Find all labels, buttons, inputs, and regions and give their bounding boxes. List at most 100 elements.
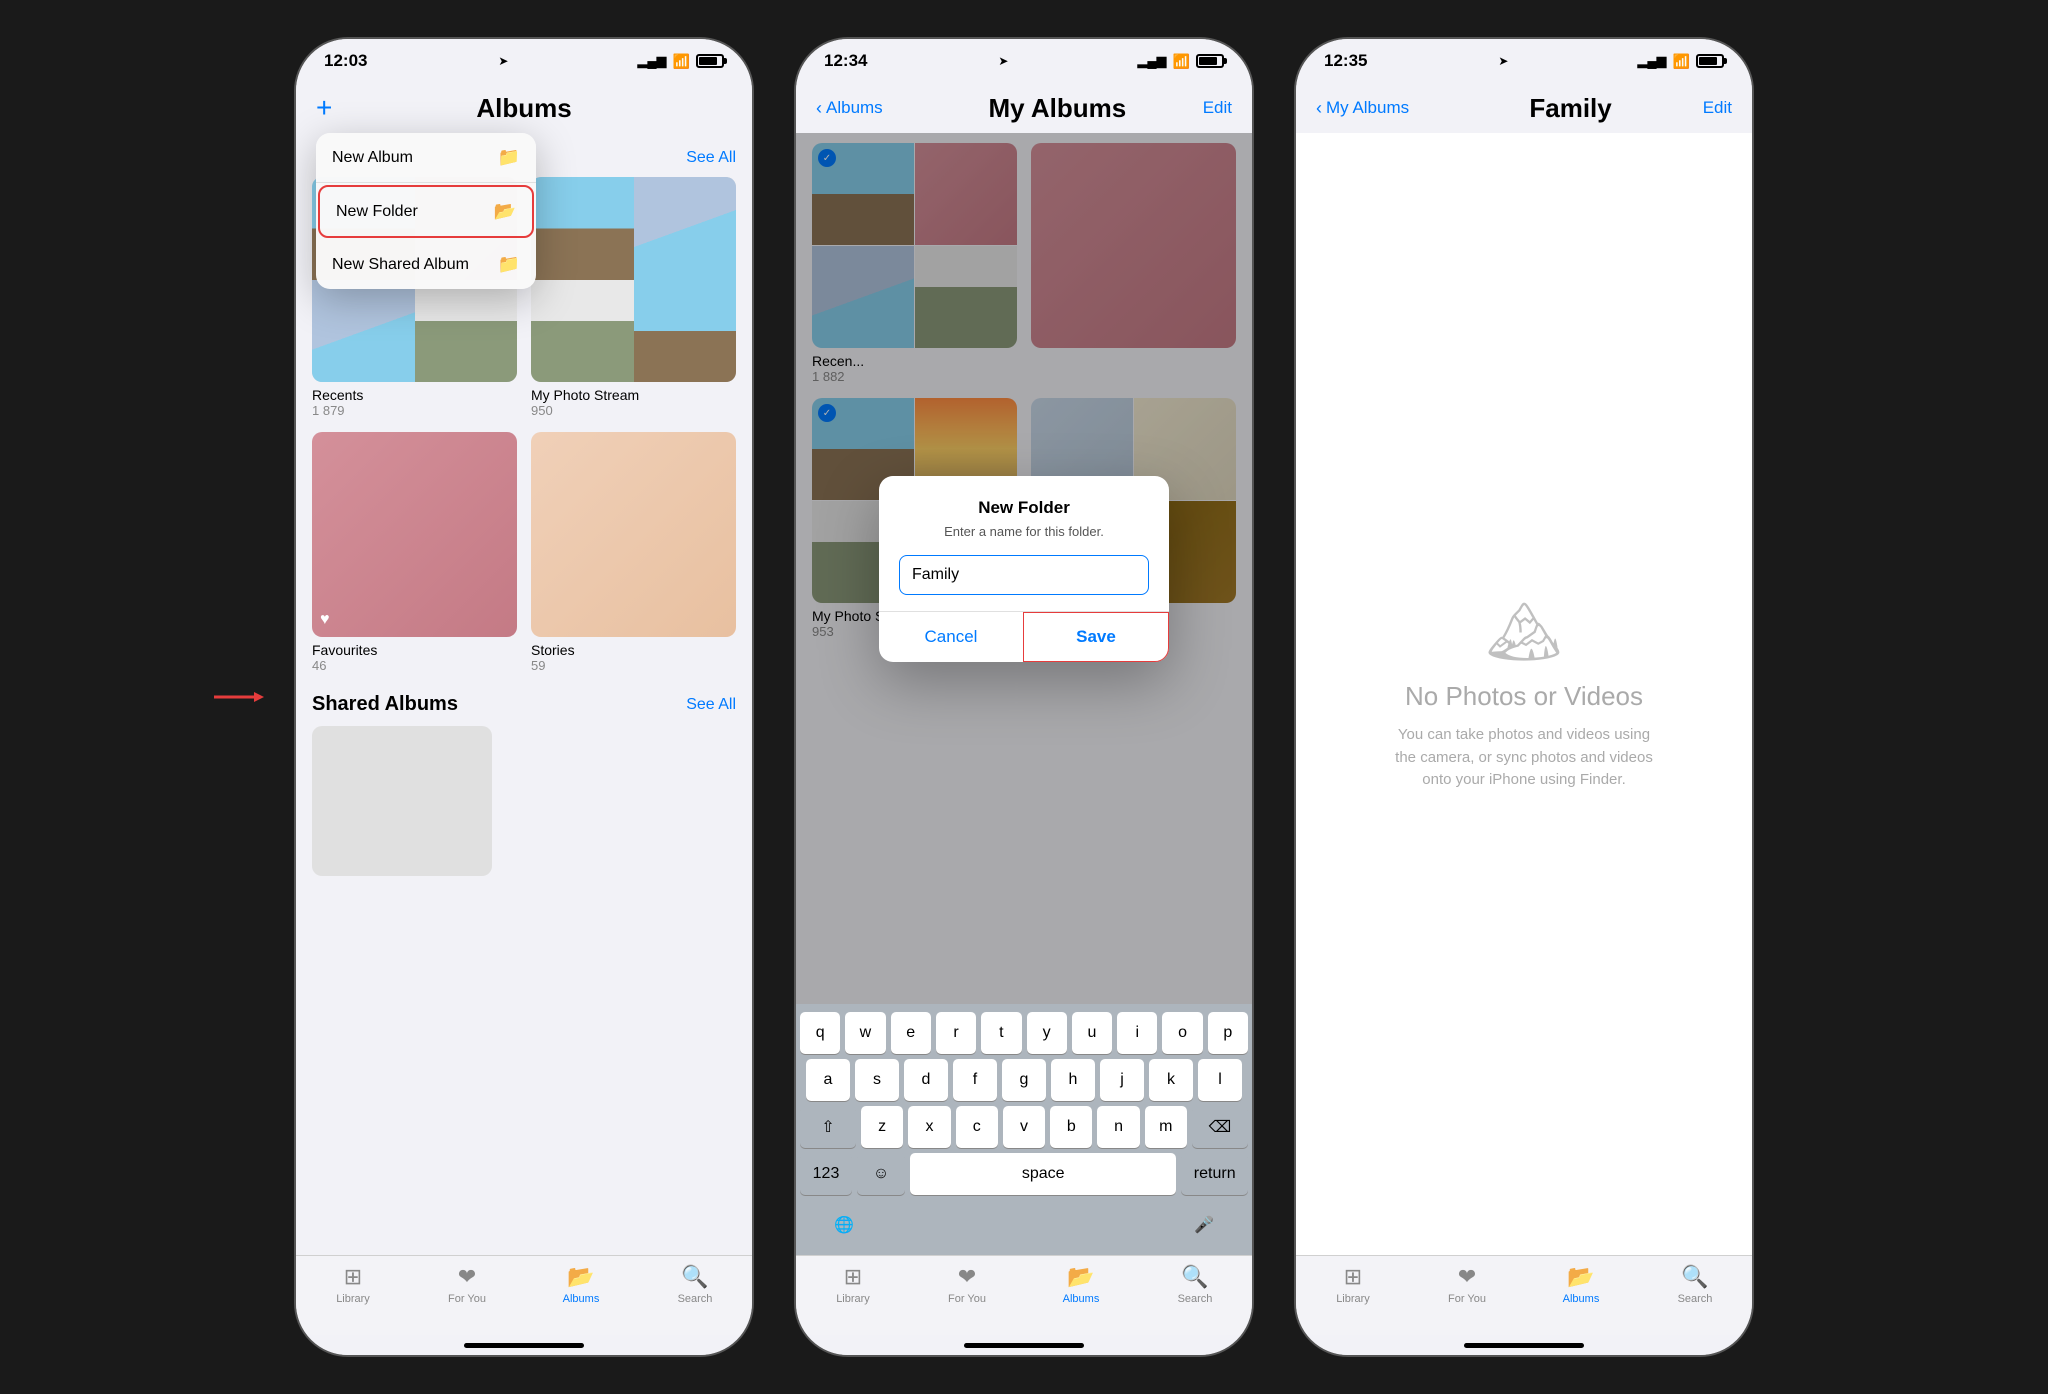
key-x[interactable]: x <box>908 1106 950 1148</box>
key-f[interactable]: f <box>953 1059 997 1101</box>
dropdown-menu: New Album 📁 New Folder 📂 New Shared Albu… <box>316 133 536 289</box>
key-h[interactable]: h <box>1051 1059 1095 1101</box>
tab-albums-3[interactable]: 📂 Albums <box>1551 1264 1611 1305</box>
chevron-left-icon-3: ‹ <box>1316 98 1322 119</box>
tab-albums-1[interactable]: 📂 Albums <box>551 1264 611 1305</box>
tab-bar-1: ⊞ Library ❤ For You 📂 Albums 🔍 Search <box>296 1255 752 1335</box>
key-n[interactable]: n <box>1097 1106 1139 1148</box>
edit-btn-2[interactable]: Edit <box>1203 98 1232 118</box>
tab-library-1[interactable]: ⊞ Library <box>323 1264 383 1305</box>
album-photostream[interactable]: My Photo Stream 950 <box>531 177 736 418</box>
status-icons-2: ▂▄▆ 📶 <box>1137 53 1224 70</box>
album-favourites[interactable]: ♥ Favourites 46 <box>312 432 517 673</box>
signal-icon-3: ▂▄▆ <box>1637 53 1666 69</box>
shared-albums-header: Shared Albums See All <box>312 693 736 716</box>
album-count: 59 <box>531 658 736 673</box>
backspace-key[interactable]: ⌫ <box>1192 1106 1248 1148</box>
key-q[interactable]: q <box>800 1012 840 1054</box>
key-l[interactable]: l <box>1198 1059 1242 1101</box>
key-g[interactable]: g <box>1002 1059 1046 1101</box>
phone1-content: See All Recents <box>296 133 752 1255</box>
key-k[interactable]: k <box>1149 1059 1193 1101</box>
tab-albums-2[interactable]: 📂 Albums <box>1051 1264 1111 1305</box>
tab-search-1[interactable]: 🔍 Search <box>665 1264 725 1305</box>
key-s[interactable]: s <box>855 1059 899 1101</box>
albums-icon-1: 📂 <box>567 1264 594 1290</box>
tab-foryou-3[interactable]: ❤ For You <box>1437 1264 1497 1305</box>
signal-icon-1: ▂▄▆ <box>637 53 666 69</box>
see-all-btn[interactable]: See All <box>686 149 736 167</box>
back-button-3[interactable]: ‹ My Albums <box>1316 98 1409 119</box>
empty-state: 🏔 No Photos or Videos You can take photo… <box>1296 133 1752 1255</box>
status-bar-1: 12:03 ➤ ▂▄▆ 📶 <box>296 39 752 83</box>
key-p[interactable]: p <box>1208 1012 1248 1054</box>
search-icon-2: 🔍 <box>1181 1264 1208 1290</box>
plus-button[interactable]: + <box>316 92 332 124</box>
numbers-key[interactable]: 123 <box>800 1153 852 1195</box>
kb-row-1: q w e r t y u i o p <box>800 1012 1248 1054</box>
tab-foryou-1[interactable]: ❤ For You <box>437 1264 497 1305</box>
key-w[interactable]: w <box>845 1012 885 1054</box>
phone-3: 12:35 ➤ ▂▄▆ 📶 ‹ My Albums Family Edit 🏔 … <box>1294 37 1754 1357</box>
new-folder-item[interactable]: New Folder 📂 <box>318 185 534 238</box>
key-j[interactable]: j <box>1100 1059 1144 1101</box>
home-indicator-2 <box>796 1335 1252 1355</box>
emoji-key[interactable]: ☺ <box>857 1153 905 1195</box>
key-e[interactable]: e <box>891 1012 931 1054</box>
globe-key[interactable]: 🌐 <box>820 1204 868 1246</box>
phone2-content: Recen... 1 882 <box>796 133 1252 1004</box>
key-d[interactable]: d <box>904 1059 948 1101</box>
save-button[interactable]: Save <box>1023 612 1169 662</box>
location-icon-2: ➤ <box>998 54 1008 68</box>
new-album-label: New Album <box>332 149 413 167</box>
key-o[interactable]: o <box>1162 1012 1202 1054</box>
tab-bar-3: ⊞ Library ❤ For You 📂 Albums 🔍 Search <box>1296 1255 1752 1335</box>
space-key[interactable]: space <box>910 1153 1176 1195</box>
kb-row-5: 🌐 🎤 <box>800 1200 1248 1246</box>
cancel-button[interactable]: Cancel <box>879 612 1023 662</box>
key-z[interactable]: z <box>861 1106 903 1148</box>
tab-foryou-2[interactable]: ❤ For You <box>937 1264 997 1305</box>
edit-btn-3[interactable]: Edit <box>1703 98 1732 118</box>
foryou-icon-2: ❤ <box>958 1264 976 1290</box>
key-c[interactable]: c <box>956 1106 998 1148</box>
tab-search-2[interactable]: 🔍 Search <box>1165 1264 1225 1305</box>
key-r[interactable]: r <box>936 1012 976 1054</box>
back-button-2[interactable]: ‹ Albums <box>816 98 883 119</box>
key-m[interactable]: m <box>1145 1106 1187 1148</box>
key-y[interactable]: y <box>1027 1012 1067 1054</box>
return-key[interactable]: return <box>1181 1153 1248 1195</box>
status-bar-3: 12:35 ➤ ▂▄▆ 📶 <box>1296 39 1752 83</box>
tab-albums-label-3: Albums <box>1563 1293 1600 1305</box>
tab-library-2[interactable]: ⊞ Library <box>823 1264 883 1305</box>
key-a[interactable]: a <box>806 1059 850 1101</box>
wifi-icon-3: 📶 <box>1673 53 1690 70</box>
wifi-icon-1: 📶 <box>673 53 690 70</box>
shared-album-icon: 📁 <box>498 254 520 275</box>
shift-key[interactable]: ⇧ <box>800 1106 856 1148</box>
tab-search-3[interactable]: 🔍 Search <box>1665 1264 1725 1305</box>
mic-key[interactable]: 🎤 <box>1180 1204 1228 1246</box>
key-i[interactable]: i <box>1117 1012 1157 1054</box>
key-t[interactable]: t <box>981 1012 1021 1054</box>
album-stories[interactable]: Stories 59 <box>531 432 736 673</box>
my-albums-title: My Albums <box>883 93 1232 124</box>
battery-icon-1 <box>696 54 724 68</box>
key-b[interactable]: b <box>1050 1106 1092 1148</box>
shared-see-all-btn[interactable]: See All <box>686 696 736 714</box>
new-album-item[interactable]: New Album 📁 <box>316 133 536 183</box>
new-shared-album-item[interactable]: New Shared Album 📁 <box>316 240 536 289</box>
key-v[interactable]: v <box>1003 1106 1045 1148</box>
shared-album-thumb[interactable] <box>312 726 492 876</box>
album-count: 950 <box>531 403 736 418</box>
tab-search-label-2: Search <box>1178 1293 1213 1305</box>
album-name: Recents <box>312 387 517 403</box>
no-photos-title: No Photos or Videos <box>1405 681 1643 712</box>
tab-albums-label-1: Albums <box>563 1293 600 1305</box>
nav-bar-1: + Albums <box>296 83 752 133</box>
status-bar-2: 12:34 ➤ ▂▄▆ 📶 <box>796 39 1252 83</box>
key-u[interactable]: u <box>1072 1012 1112 1054</box>
search-icon-3: 🔍 <box>1681 1264 1708 1290</box>
folder-name-input[interactable] <box>899 555 1149 595</box>
tab-library-3[interactable]: ⊞ Library <box>1323 1264 1383 1305</box>
